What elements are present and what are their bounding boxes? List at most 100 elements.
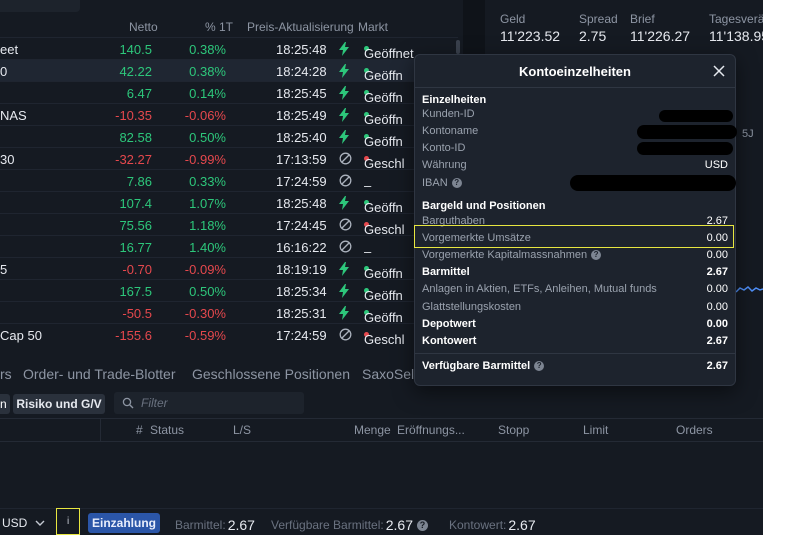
delayed-blocked-icon (339, 328, 352, 342)
closing-costs-value: 0.00 (706, 301, 728, 313)
percent-change: 0.38% (189, 42, 226, 57)
account-details-dialog: Kontoeinzelheiten Einzelheiten Kunden-ID… (414, 54, 737, 386)
col-stop[interactable]: Stopp (498, 423, 529, 437)
watchlist-row[interactable]: 0 42.22 0.38% 18:24:28 Geöffn (0, 59, 458, 83)
watchlist-row[interactable]: 16.77 1.40% 16:16:22– (0, 235, 458, 259)
ask-value[interactable]: 11'226.27 (630, 28, 690, 44)
col-hash[interactable]: # (136, 423, 143, 437)
col-amount[interactable]: Menge (354, 423, 391, 437)
update-time: 18:25:34 (276, 284, 327, 299)
status-bar: USD i Einzahlung Barmittel: 2.67 Verfügba… (0, 508, 763, 535)
subtab-positions[interactable]: n (0, 394, 10, 414)
available-cash-value: 2.67 (706, 360, 728, 372)
net-change: -0.70 (122, 262, 152, 277)
col-ls[interactable]: L/S (233, 423, 251, 437)
watchlist-row[interactable]: 30 -32.27 -0.99% 17:13:59 Geschl (0, 147, 458, 171)
col-status[interactable]: Status (150, 423, 184, 437)
row-pending-transactions: Vorgemerkte Umsätze 0.00 (422, 231, 728, 248)
net-change: -50.5 (122, 306, 152, 321)
net-change: 75.56 (119, 218, 152, 233)
ask-label: Brief (630, 12, 655, 26)
tab-closed-positions[interactable]: Geschlossene Positionen (192, 366, 350, 382)
watchlist-scrollbar[interactable] (456, 40, 460, 54)
tab-saxoselect[interactable]: SaxoSel (362, 366, 414, 382)
realtime-bolt-icon (339, 64, 351, 78)
filter-input[interactable]: Filter (114, 392, 304, 414)
deposit-button[interactable]: Einzahlung (88, 513, 160, 533)
tab-positions[interactable]: rs (0, 366, 12, 382)
price-chart-line (736, 286, 763, 293)
percent-change: 0.50% (189, 284, 226, 299)
tab-order-trade-blotter[interactable]: Order- und Trade-Blotter (23, 366, 176, 382)
instrument-name: 0 (0, 64, 8, 79)
watchlist-row[interactable]: eet 140.5 0.38% 18:25:48 Geöffnet (0, 37, 458, 61)
col-market-header[interactable]: Markt (358, 20, 388, 34)
row-cash: Barmittel 2.67 (422, 265, 728, 282)
percent-change: -0.99% (184, 152, 226, 167)
currency-label: Währung (422, 159, 467, 171)
subtab-risk-pnl[interactable]: Risiko und G/V (13, 394, 105, 414)
account-info-button[interactable]: i (56, 508, 80, 535)
help-icon[interactable]: ? (534, 361, 545, 372)
currency-value: USD (704, 159, 728, 171)
watchlist-row[interactable]: 107.4 1.07% 18:25:48 Geöffn (0, 191, 458, 215)
row-currency: Währung USD (422, 158, 728, 175)
update-time: 18:25:48 (276, 42, 327, 57)
watchlist-row[interactable]: 167.5 0.50% 18:25:34 Geöffn (0, 279, 458, 303)
row-account-value: Kontowert 2.67 (422, 334, 728, 351)
watchlist-row[interactable]: 82.58 0.50% 18:25:40 Geöffn (0, 125, 458, 149)
column-separator (100, 419, 101, 441)
close-icon[interactable] (713, 65, 725, 77)
watchlist-row[interactable]: 7.86 0.33% 17:24:59– (0, 169, 458, 193)
percent-change: 0.33% (189, 174, 226, 189)
pending-corporate-actions-text: Vorgemerkte Kapitalmassnahmen (422, 249, 588, 261)
watchlist-row[interactable]: 75.56 1.18% 17:24:45 Geschl (0, 213, 458, 237)
bid-label: Geld (500, 12, 526, 26)
watchlist-row[interactable]: 5 -0.70 -0.09% 18:19:19 Geöffn (0, 257, 458, 281)
percent-change: -0.09% (184, 262, 226, 277)
col-limit[interactable]: Limit (583, 423, 608, 437)
account-id-label: Konto-ID (422, 142, 466, 154)
instrument-name: 5 (0, 262, 8, 277)
realtime-bolt-icon (339, 130, 351, 144)
help-icon[interactable]: ? (591, 250, 602, 261)
update-time: 18:25:40 (276, 130, 327, 145)
col-net-header[interactable]: Netto (129, 20, 158, 34)
net-change: 16.77 (119, 240, 152, 255)
spread-value: 2.75 (579, 28, 607, 44)
help-icon[interactable]: ? (416, 520, 428, 532)
net-change: -155.6 (115, 328, 152, 343)
chart-range-tab-5j[interactable]: 5J (742, 128, 754, 140)
instrument-name: Cap 50 (0, 328, 42, 343)
col-pct-header[interactable]: % 1T (205, 20, 233, 34)
currency-selector[interactable]: USD (2, 516, 45, 530)
watchlist-row[interactable]: Cap 50 -155.6 -0.59% 17:24:59 Geschl (0, 323, 458, 347)
net-change: 107.4 (119, 196, 152, 211)
watchlist-row[interactable]: 6.47 0.14% 18:25:45 Geöffn (0, 81, 458, 105)
col-orders[interactable]: Orders (676, 423, 713, 437)
watchlist-row[interactable]: -50.5 -0.30% 18:25:31 Geöffn (0, 301, 458, 325)
col-open-price[interactable]: Eröffnungs... (397, 423, 465, 437)
percent-change: 0.38% (189, 64, 226, 79)
net-change: 140.5 (119, 42, 152, 57)
market-status-text: Geschl (364, 332, 405, 347)
realtime-bolt-icon (339, 42, 351, 56)
percent-change: 1.07% (189, 196, 226, 211)
update-time: 17:24:59 (276, 174, 327, 189)
instrument-name: eet (0, 42, 19, 57)
iban-label-text: IBAN (422, 177, 448, 189)
pending-transactions-label: Vorgemerkte Umsätze (422, 232, 531, 244)
col-update-header[interactable]: Preis-Aktualisierung (247, 20, 354, 34)
help-icon[interactable]: ? (451, 178, 462, 189)
watchlist-row[interactable]: NAS -10.35 -0.06% 18:25:49 Geöffn (0, 103, 458, 127)
account-name-label: Kontoname (422, 125, 479, 137)
redacted-account-id (637, 142, 733, 155)
available-cash-value: 2.67 (385, 517, 413, 533)
account-value-summary: Kontowert: 2.67 (449, 516, 536, 533)
available-cash-label: Verfügbare Barmittel? (422, 360, 545, 372)
section-cash-positions-heading: Bargeld und Positionen (422, 200, 546, 212)
bid-value[interactable]: 11'223.52 (500, 28, 560, 44)
cash-value: 2.67 (227, 517, 255, 533)
realtime-bolt-icon (339, 306, 351, 320)
available-cash-label: Verfügbare Barmittel: (271, 518, 384, 532)
